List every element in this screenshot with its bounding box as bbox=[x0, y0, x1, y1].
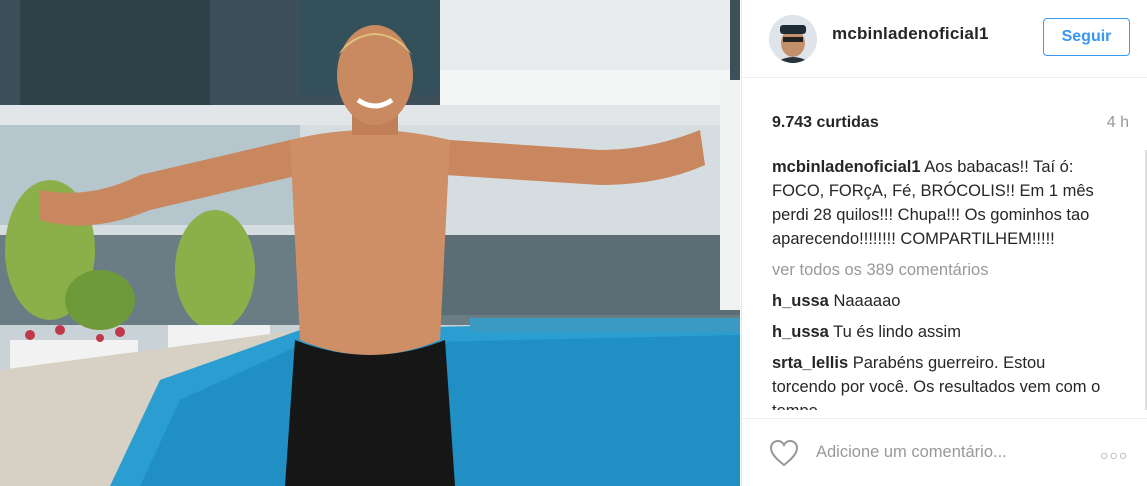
comment-text: Tu és lindo assim bbox=[833, 323, 961, 341]
comment-text: Naaaaao bbox=[833, 292, 901, 310]
post-footer: Adicione um comentário... ○○○ bbox=[742, 418, 1147, 486]
likes-count[interactable]: 9.743 curtidas bbox=[772, 114, 879, 132]
avatar[interactable] bbox=[769, 15, 817, 63]
username[interactable]: mcbinladenoficial1 bbox=[832, 24, 989, 44]
add-comment-input[interactable]: Adicione um comentário... bbox=[816, 443, 1007, 462]
post-time[interactable]: 4 h bbox=[1107, 114, 1129, 132]
post-photo[interactable] bbox=[0, 0, 740, 486]
avatar-image bbox=[769, 15, 817, 63]
more-options-icon[interactable]: ○○○ bbox=[1100, 447, 1128, 463]
comment-user[interactable]: srta_lellis bbox=[772, 354, 848, 372]
comment-user[interactable]: h_ussa bbox=[772, 323, 829, 341]
caption: mcbinladenoficial1 Aos babacas!! Taí ó: … bbox=[772, 155, 1112, 251]
follow-button[interactable]: Seguir bbox=[1043, 18, 1130, 56]
caption-user[interactable]: mcbinladenoficial1 bbox=[772, 158, 921, 176]
list-item: h_ussa Tu és lindo assim bbox=[772, 320, 1112, 344]
comments-list: mcbinladenoficial1 Aos babacas!! Taí ó: … bbox=[772, 155, 1112, 410]
comment-user[interactable]: h_ussa bbox=[772, 292, 829, 310]
list-item: h_ussa Naaaaao bbox=[772, 289, 1112, 313]
list-item: srta_lellis Parabéns guerreiro. Estou to… bbox=[772, 351, 1112, 410]
post-photo-illustration bbox=[0, 0, 740, 486]
post-header: mcbinladenoficial1 Seguir bbox=[742, 0, 1147, 78]
heart-icon[interactable] bbox=[769, 439, 799, 467]
post-details-panel: mcbinladenoficial1 Seguir 9.743 curtidas… bbox=[741, 0, 1147, 486]
view-all-comments-link[interactable]: ver todos os 389 comentários bbox=[772, 258, 1112, 282]
